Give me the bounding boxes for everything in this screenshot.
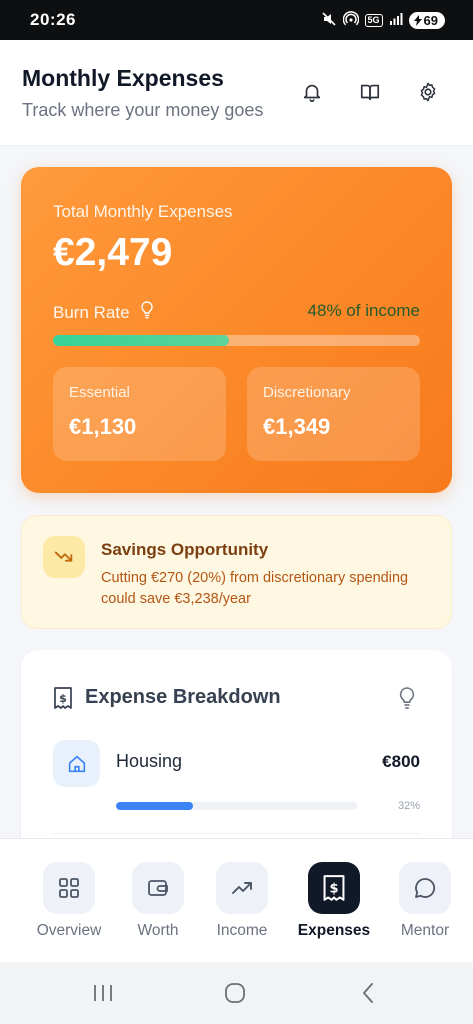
nav-overview[interactable]: Overview xyxy=(29,862,109,940)
burn-rate-bar-fill xyxy=(53,335,230,346)
grid-icon xyxy=(43,862,95,914)
receipt-icon: $ xyxy=(308,862,360,914)
settings-button[interactable] xyxy=(414,78,442,106)
essential-value: €1,130 xyxy=(69,414,137,439)
back-button[interactable] xyxy=(355,980,381,1006)
nav-income[interactable]: Income xyxy=(202,862,282,940)
status-icons: 5G 69 xyxy=(321,10,445,30)
battery-indicator: 69 xyxy=(408,11,445,29)
burn-rate-value: 48% of income xyxy=(307,301,420,320)
nav-label: Overview xyxy=(36,922,102,939)
wallet-icon xyxy=(132,862,184,914)
burn-rate-bar xyxy=(53,335,420,346)
essential-box: Essential €1,130 xyxy=(53,367,226,461)
bolt-icon xyxy=(413,14,422,26)
home-circle-icon xyxy=(225,983,245,1003)
lightbulb-icon xyxy=(399,687,415,709)
divider xyxy=(53,833,420,834)
mute-icon xyxy=(321,11,337,30)
category-progress-fill xyxy=(116,802,194,810)
total-amount: €2,479 xyxy=(53,231,173,274)
bottom-navigation: Overview Worth Income $ Expenses Mentor xyxy=(0,838,473,962)
receipt-icon: $ xyxy=(53,687,73,709)
nav-label: Income xyxy=(216,922,268,939)
discretionary-value: €1,349 xyxy=(263,414,331,439)
svg-text:$: $ xyxy=(59,692,67,705)
app-header: Monthly Expenses Track where your money … xyxy=(0,40,473,146)
chat-icon xyxy=(399,862,451,914)
burn-rate-label-row: Burn Rate xyxy=(53,301,154,324)
back-chevron-icon xyxy=(363,983,373,1003)
savings-opportunity-card: Savings Opportunity Cutting €270 (20%) f… xyxy=(21,515,452,629)
book-open-icon xyxy=(360,84,380,101)
recent-apps-button[interactable] xyxy=(90,980,116,1006)
battery-level: 69 xyxy=(423,12,438,28)
breakdown-tips-button[interactable] xyxy=(398,686,420,710)
category-progress-bar xyxy=(116,802,357,810)
notifications-button[interactable] xyxy=(298,78,326,106)
bell-icon xyxy=(303,84,321,102)
status-time: 20:26 xyxy=(30,10,76,29)
category-percent: 32% xyxy=(397,800,420,812)
signal-icon xyxy=(389,12,403,29)
total-expenses-card: Total Monthly Expenses €2,479 Burn Rate … xyxy=(21,167,452,493)
trending-down-icon xyxy=(43,536,85,578)
total-label: Total Monthly Expenses xyxy=(53,202,233,221)
nav-label: Expenses xyxy=(297,922,371,939)
breakdown-title: Expense Breakdown xyxy=(85,686,281,708)
network-badge: 5G xyxy=(364,13,383,27)
nav-label: Worth xyxy=(137,922,179,939)
recent-apps-icon xyxy=(94,985,112,1001)
nav-label: Mentor xyxy=(400,922,450,939)
essential-label: Essential xyxy=(69,384,130,401)
lightbulb-icon xyxy=(140,301,153,319)
hotspot-icon xyxy=(342,10,359,30)
discretionary-box: Discretionary €1,349 xyxy=(247,367,420,461)
page-title: Monthly Expenses xyxy=(22,65,224,91)
savings-text: Cutting €270 (20%) from discretionary sp… xyxy=(101,570,409,607)
burn-rate-info-button[interactable] xyxy=(140,301,154,324)
page-subtitle: Track where your money goes xyxy=(22,100,264,120)
nav-mentor[interactable]: Mentor xyxy=(385,862,465,940)
trending-up-icon xyxy=(216,862,268,914)
home-button[interactable] xyxy=(222,980,248,1006)
system-navigation-bar xyxy=(0,962,473,1024)
status-bar: 20:26 5G 69 xyxy=(0,0,473,40)
house-icon xyxy=(53,740,100,787)
guide-button[interactable] xyxy=(356,78,384,106)
savings-title: Savings Opportunity xyxy=(101,540,269,559)
nav-worth[interactable]: Worth xyxy=(118,862,198,940)
nav-expenses[interactable]: $ Expenses xyxy=(294,862,374,940)
category-amount: €800 xyxy=(382,752,420,771)
burn-rate-label: Burn Rate xyxy=(53,302,130,322)
discretionary-label: Discretionary xyxy=(263,384,351,401)
svg-text:$: $ xyxy=(329,882,338,897)
gear-icon xyxy=(420,82,436,102)
category-name: Housing xyxy=(116,751,183,771)
